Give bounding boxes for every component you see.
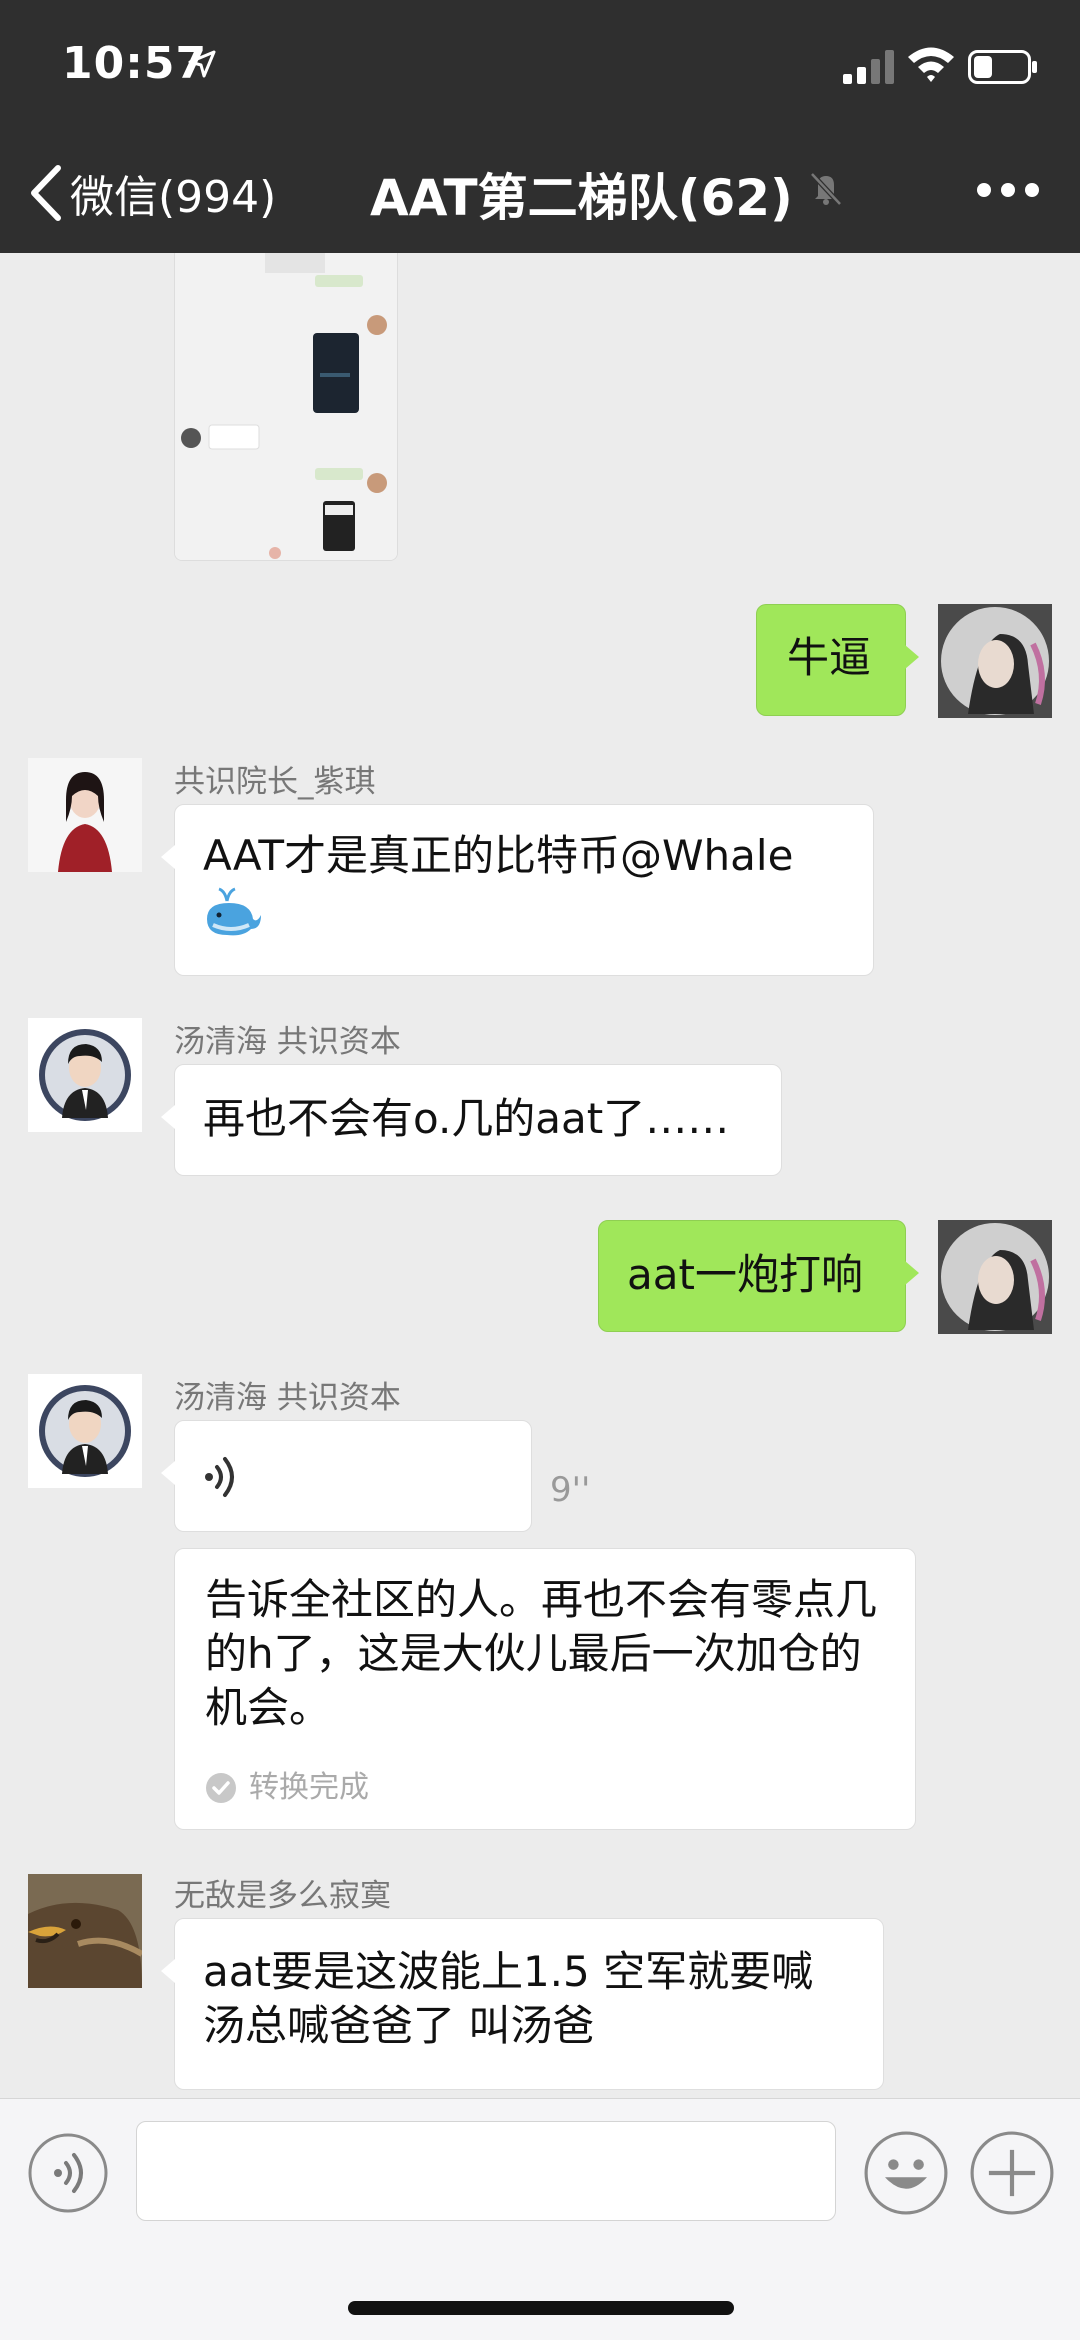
message-text: aat要是这波能上1.5 空军就要喊汤总喊爸爸了 叫汤爸 — [203, 1947, 814, 2050]
sender-name: 汤清海 共识资本 — [174, 1380, 401, 1416]
voice-wave-icon — [205, 1457, 234, 1497]
check-circle-icon — [206, 1773, 236, 1803]
message-text: AAT才是真正的比特币@Whale — [203, 831, 794, 880]
sender-name: 共识院长_紫琪 — [174, 764, 376, 800]
location-arrow-icon — [188, 50, 216, 78]
status-time: 10:57 — [62, 38, 208, 89]
transcription-bubble[interactable]: 告诉全社区的人。再也不会有零点几的h了，这是大伙儿最后一次加仓的机会。 转换完成 — [174, 1548, 916, 1830]
self-avatar-image — [938, 1220, 1052, 1334]
emoji-icon[interactable] — [864, 2131, 948, 2215]
sender-avatar[interactable] — [28, 1374, 142, 1488]
message-input[interactable] — [136, 2121, 836, 2221]
voice-message-bubble[interactable] — [161, 1420, 532, 1532]
avatar-image — [28, 1374, 142, 1488]
voice-icon[interactable] — [28, 2133, 108, 2213]
wifi-icon — [908, 47, 954, 82]
message-bubble-other[interactable]: 再也不会有o.几的aat了…… — [161, 1064, 782, 1176]
sender-avatar[interactable] — [28, 1874, 142, 1988]
transcription-status: 转换完成 — [205, 1761, 885, 1815]
voice-duration: 9'' — [550, 1470, 591, 1510]
back-button[interactable]: 微信(994) — [28, 160, 276, 226]
self-avatar-image — [938, 604, 1052, 718]
message-bubble-other[interactable]: AAT才是真正的比特币@Whale — [161, 804, 874, 976]
mute-bell-icon — [810, 172, 842, 206]
back-label: 微信(994) — [70, 172, 277, 223]
avatar-image — [28, 1018, 142, 1132]
battery-icon — [968, 50, 1037, 84]
transcription-text: 告诉全社区的人。再也不会有零点几的h了，这是大伙儿最后一次加仓的机会。 — [205, 1575, 878, 1732]
transcription-status-label: 转换完成 — [249, 1770, 369, 1805]
home-indicator[interactable] — [348, 2301, 734, 2315]
sender-avatar[interactable] — [28, 1018, 142, 1132]
sender-avatar[interactable] — [28, 758, 142, 872]
more-dots-icon[interactable] — [976, 182, 1040, 198]
chevron-left-icon — [31, 165, 61, 221]
self-avatar[interactable] — [938, 1220, 1052, 1334]
eagle-avatar-image — [28, 1874, 142, 1988]
message-bubble-self[interactable]: aat一炮打响 — [598, 1220, 919, 1332]
sender-name: 无敌是多么寂寞 — [174, 1878, 391, 1914]
message-text: aat一炮打响 — [627, 1250, 863, 1299]
top-bar: 10:57 微信(994) AAT第二梯队(62) — [0, 0, 1080, 253]
plus-icon[interactable] — [970, 2131, 1054, 2215]
message-text: 牛逼 — [787, 633, 872, 682]
cellular-signal-icon — [843, 50, 894, 84]
chat-title: AAT第二梯队(62) — [370, 169, 793, 227]
self-avatar[interactable] — [938, 604, 1052, 718]
message-text: 再也不会有o.几的aat了…… — [203, 1094, 730, 1143]
message-bubble-self[interactable]: 牛逼 — [756, 604, 919, 716]
sender-name: 汤清海 共识资本 — [174, 1024, 401, 1060]
avatar-image — [28, 758, 142, 872]
shared-screenshot-image[interactable] — [174, 253, 398, 561]
message-bubble-other[interactable]: aat要是这波能上1.5 空军就要喊汤总喊爸爸了 叫汤爸 — [161, 1918, 884, 2090]
screenshot-thumbnail — [175, 253, 397, 560]
whale-emoji-icon — [207, 887, 261, 936]
